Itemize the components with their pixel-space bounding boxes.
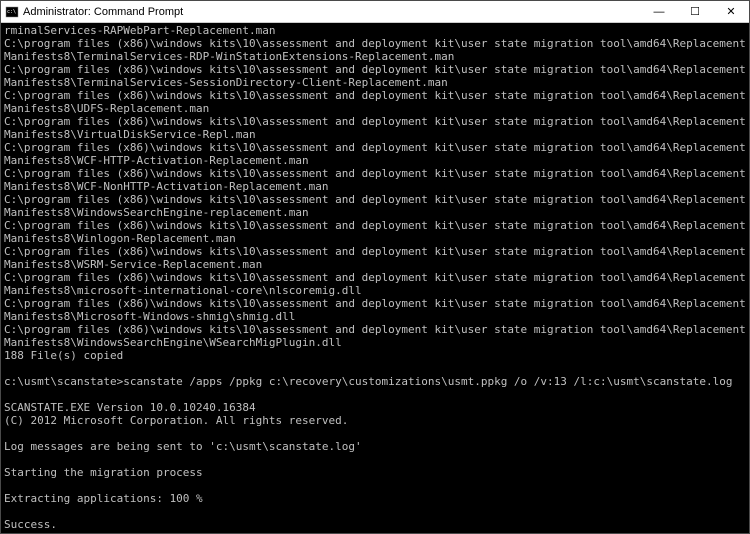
terminal-line xyxy=(4,453,746,466)
terminal-line: C:\program files (x86)\windows kits\10\a… xyxy=(4,323,746,349)
terminal-line xyxy=(4,427,746,440)
terminal-line: 188 File(s) copied xyxy=(4,349,746,362)
terminal-line: C:\program files (x86)\windows kits\10\a… xyxy=(4,219,746,245)
svg-text:c:\: c:\ xyxy=(7,9,16,15)
terminal-line: c:\usmt\scanstate>scanstate /apps /ppkg … xyxy=(4,375,746,388)
terminal-line xyxy=(4,362,746,375)
terminal-line: (C) 2012 Microsoft Corporation. All righ… xyxy=(4,414,746,427)
terminal-line: C:\program files (x86)\windows kits\10\a… xyxy=(4,245,746,271)
terminal-line xyxy=(4,388,746,401)
app-icon: c:\ xyxy=(5,5,19,19)
terminal-line xyxy=(4,505,746,518)
terminal-line: C:\program files (x86)\windows kits\10\a… xyxy=(4,193,746,219)
terminal-line: C:\program files (x86)\windows kits\10\a… xyxy=(4,141,746,167)
terminal-line xyxy=(4,531,746,533)
terminal-line: C:\program files (x86)\windows kits\10\a… xyxy=(4,63,746,89)
maximize-button[interactable]: ☐ xyxy=(677,1,713,22)
window-controls: — ☐ ✕ xyxy=(641,1,749,22)
terminal-line: C:\program files (x86)\windows kits\10\a… xyxy=(4,271,746,297)
terminal-line: C:\program files (x86)\windows kits\10\a… xyxy=(4,297,746,323)
window-title: Administrator: Command Prompt xyxy=(23,6,641,18)
titlebar[interactable]: c:\ Administrator: Command Prompt — ☐ ✕ xyxy=(1,1,749,23)
terminal-line: Starting the migration process xyxy=(4,466,746,479)
terminal-line: Success. xyxy=(4,518,746,531)
terminal-output[interactable]: rminalServices-RAPWebPart-Replacement.ma… xyxy=(1,23,749,533)
terminal-line: C:\program files (x86)\windows kits\10\a… xyxy=(4,167,746,193)
terminal-line xyxy=(4,479,746,492)
terminal-line: rminalServices-RAPWebPart-Replacement.ma… xyxy=(4,24,746,37)
terminal-line: C:\program files (x86)\windows kits\10\a… xyxy=(4,37,746,63)
command-prompt-window: c:\ Administrator: Command Prompt — ☐ ✕ … xyxy=(0,0,750,534)
minimize-button[interactable]: — xyxy=(641,1,677,22)
terminal-line: SCANSTATE.EXE Version 10.0.10240.16384 xyxy=(4,401,746,414)
terminal-line: C:\program files (x86)\windows kits\10\a… xyxy=(4,89,746,115)
terminal-line: Log messages are being sent to 'c:\usmt\… xyxy=(4,440,746,453)
terminal-line: Extracting applications: 100 % xyxy=(4,492,746,505)
terminal-line: C:\program files (x86)\windows kits\10\a… xyxy=(4,115,746,141)
close-button[interactable]: ✕ xyxy=(713,1,749,22)
